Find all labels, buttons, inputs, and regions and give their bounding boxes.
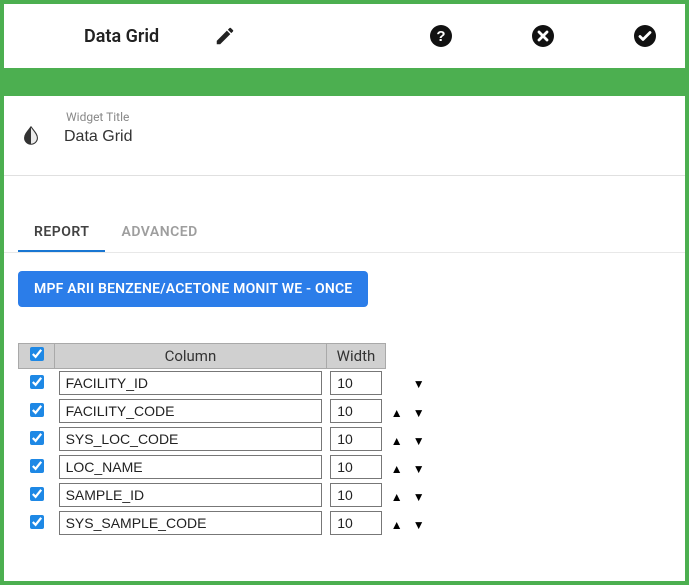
tab-advanced[interactable]: ADVANCED (105, 214, 213, 252)
column-name-input[interactable] (59, 483, 323, 507)
divider (4, 175, 685, 176)
column-width-input[interactable] (330, 371, 381, 395)
table-row: ▲▼ (19, 509, 444, 537)
table-row: ▲▼ (19, 425, 444, 453)
row-checkbox-cell (19, 453, 55, 481)
report-chip-row: MPF ARII BENZENE/ACETONE MONIT WE - ONCE (18, 271, 671, 307)
move-down-icon[interactable]: ▼ (412, 518, 426, 532)
report-chip[interactable]: MPF ARII BENZENE/ACETONE MONIT WE - ONCE (18, 271, 368, 307)
row-width-cell (326, 481, 385, 509)
move-down-icon[interactable]: ▼ (412, 462, 426, 476)
move-down-icon[interactable]: ▼ (412, 406, 426, 420)
edit-icon[interactable] (214, 25, 236, 47)
row-column-cell (55, 369, 327, 398)
move-up-icon[interactable]: ▲ (390, 434, 404, 448)
tabs: REPORT ADVANCED (18, 214, 671, 252)
widget-title-field: Widget Title (64, 110, 244, 151)
row-checkbox-cell (19, 425, 55, 453)
row-checkbox-cell (19, 397, 55, 425)
row-column-cell (55, 481, 327, 509)
table-row: ▲▼ (19, 397, 444, 425)
columns-table: Column Width ▲▼▲▼▲▼▲▼▲▼▲▼ (18, 343, 443, 537)
row-width-cell (326, 369, 385, 398)
row-width-cell (326, 425, 385, 453)
row-width-cell (326, 453, 385, 481)
contrast-icon[interactable] (20, 125, 42, 147)
head-width: Width (326, 344, 385, 369)
move-up-icon[interactable]: ▲ (390, 518, 404, 532)
confirm-icon[interactable] (633, 24, 657, 48)
row-checkbox[interactable] (30, 459, 44, 473)
row-checkbox[interactable] (30, 403, 44, 417)
table-row: ▲▼ (19, 369, 444, 398)
app-title: Data Grid (84, 26, 159, 47)
column-width-input[interactable] (330, 427, 381, 451)
head-column: Column (55, 344, 327, 369)
row-checkbox[interactable] (30, 375, 44, 389)
move-up-icon[interactable]: ▲ (390, 490, 404, 504)
reorder-cell: ▲▼ (386, 509, 443, 537)
move-up-icon[interactable]: ▲ (390, 462, 404, 476)
svg-text:?: ? (436, 28, 445, 45)
widget-title-label: Widget Title (66, 110, 244, 124)
row-checkbox[interactable] (30, 487, 44, 501)
column-name-input[interactable] (59, 371, 323, 395)
row-checkbox-cell (19, 481, 55, 509)
row-width-cell (326, 397, 385, 425)
row-checkbox[interactable] (30, 515, 44, 529)
topbar: Data Grid ? (4, 4, 685, 68)
row-width-cell (326, 509, 385, 537)
help-icon[interactable]: ? (429, 24, 453, 48)
close-icon[interactable] (531, 24, 555, 48)
row-checkbox-cell (19, 369, 55, 398)
move-up-icon[interactable]: ▲ (390, 406, 404, 420)
row-column-cell (55, 453, 327, 481)
column-width-input[interactable] (330, 511, 381, 535)
column-name-input[interactable] (59, 427, 323, 451)
row-column-cell (55, 509, 327, 537)
content-scroll[interactable]: Widget Title REPORT ADVANCED MPF ARII BE… (4, 96, 685, 581)
widget-title-input[interactable] (64, 126, 244, 151)
table-row: ▲▼ (19, 453, 444, 481)
reorder-cell: ▲▼ (386, 425, 443, 453)
row-column-cell (55, 397, 327, 425)
reorder-cell: ▲▼ (386, 397, 443, 425)
column-width-input[interactable] (330, 399, 381, 423)
column-width-input[interactable] (330, 455, 381, 479)
column-name-input[interactable] (59, 511, 323, 535)
move-down-icon[interactable]: ▼ (412, 434, 426, 448)
column-width-input[interactable] (330, 483, 381, 507)
select-all-checkbox[interactable] (30, 347, 44, 361)
reorder-cell: ▲▼ (386, 453, 443, 481)
column-name-input[interactable] (59, 455, 323, 479)
row-column-cell (55, 425, 327, 453)
move-down-icon[interactable]: ▼ (412, 377, 426, 391)
tabs-underline (4, 252, 685, 253)
columns-table-head: Column Width (19, 344, 444, 369)
accent-bar (4, 68, 685, 96)
row-checkbox-cell (19, 509, 55, 537)
move-down-icon[interactable]: ▼ (412, 490, 426, 504)
reorder-cell: ▲▼ (386, 481, 443, 509)
table-row: ▲▼ (19, 481, 444, 509)
tab-report[interactable]: REPORT (18, 214, 105, 252)
widget-title-row: Widget Title (18, 102, 671, 165)
reorder-cell: ▲▼ (386, 369, 443, 398)
row-checkbox[interactable] (30, 431, 44, 445)
column-name-input[interactable] (59, 399, 323, 423)
head-select-all[interactable] (19, 344, 55, 369)
